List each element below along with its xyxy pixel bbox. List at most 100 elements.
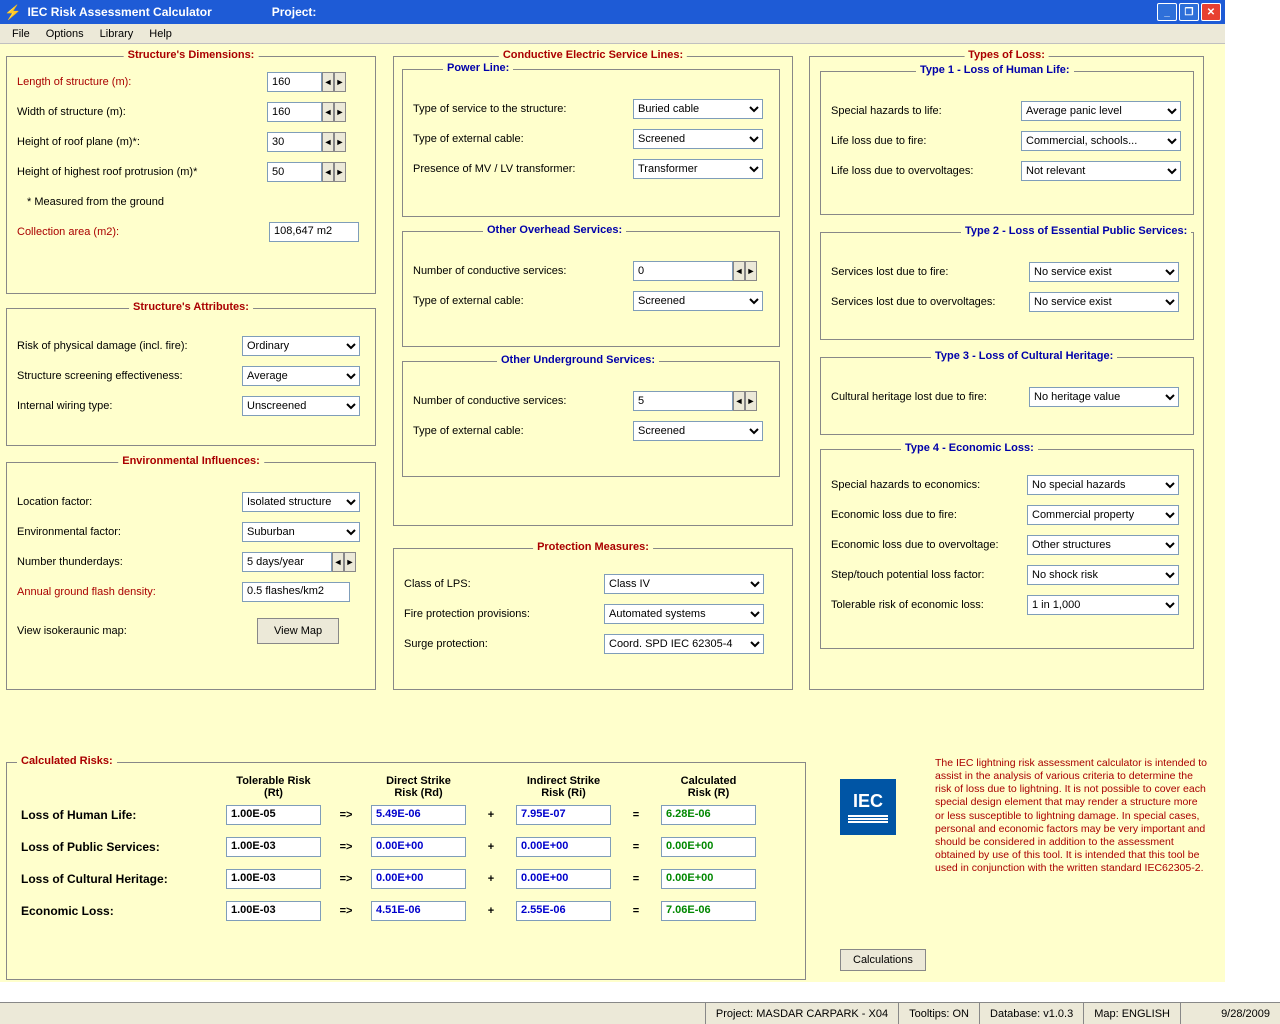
- calc-row-economic: Economic Loss: 1.00E-03 => 4.51E-06 + 2.…: [21, 895, 791, 927]
- menu-library[interactable]: Library: [92, 26, 142, 42]
- maximize-button[interactable]: ❐: [1179, 3, 1199, 21]
- select-ous-ext[interactable]: Screened: [633, 421, 763, 441]
- input-width[interactable]: [267, 102, 322, 122]
- label-ext-cable-pl: Type of external cable:: [413, 133, 633, 145]
- status-db: Database: v1.0.3: [979, 1003, 1083, 1024]
- legend-attributes: Structure's Attributes:: [129, 301, 253, 313]
- label-lps: Class of LPS:: [404, 578, 604, 590]
- legend-protection: Protection Measures:: [533, 541, 653, 553]
- select-t4c[interactable]: Other structures: [1027, 535, 1179, 555]
- spin-inc[interactable]: ►: [745, 391, 757, 411]
- status-map: Map: ENGLISH: [1083, 1003, 1180, 1024]
- select-t4e[interactable]: 1 in 1,000: [1027, 595, 1179, 615]
- select-t4a[interactable]: No special hazards: [1027, 475, 1179, 495]
- select-ext-cable-pl[interactable]: Screened: [633, 129, 763, 149]
- select-wiring[interactable]: Unscreened: [242, 396, 360, 416]
- status-tooltips: Tooltips: ON: [898, 1003, 979, 1024]
- label-t4e: Tolerable risk of economic loss:: [831, 599, 1027, 611]
- spin-dec[interactable]: ◄: [733, 261, 745, 281]
- group-types-loss: Types of Loss: Type 1 - Loss of Human Li…: [809, 56, 1204, 690]
- spin-inc[interactable]: ►: [334, 162, 346, 182]
- label-t2b: Services lost due to overvoltages:: [831, 296, 1029, 308]
- menu-file[interactable]: File: [4, 26, 38, 42]
- legend-types: Types of Loss:: [964, 49, 1049, 61]
- spin-inc[interactable]: ►: [334, 72, 346, 92]
- select-t4d[interactable]: No shock risk: [1027, 565, 1179, 585]
- select-surge[interactable]: Coord. SPD IEC 62305-4: [604, 634, 764, 654]
- spin-dec[interactable]: ◄: [332, 552, 344, 572]
- title-bar: ⚡ IEC Risk Assessment Calculator Project…: [0, 0, 1225, 24]
- minimize-button[interactable]: _: [1157, 3, 1177, 21]
- input-length[interactable]: [267, 72, 322, 92]
- legend-calc: Calculated Risks:: [17, 755, 117, 767]
- spin-inc[interactable]: ►: [334, 132, 346, 152]
- input-roof[interactable]: [267, 132, 322, 152]
- value-flash: 0.5 flashes/km2: [242, 582, 350, 602]
- menu-options[interactable]: Options: [38, 26, 92, 42]
- input-oos-num[interactable]: [633, 261, 733, 281]
- menu-help[interactable]: Help: [141, 26, 180, 42]
- status-date: 9/28/2009: [1180, 1003, 1280, 1024]
- input-prot[interactable]: [267, 162, 322, 182]
- group-type1: Type 1 - Loss of Human Life: Special haz…: [820, 71, 1194, 215]
- label-fire-prot: Fire protection provisions:: [404, 608, 604, 620]
- input-thunder[interactable]: [242, 552, 332, 572]
- input-ous-num[interactable]: [633, 391, 733, 411]
- select-type-svc[interactable]: Buried cable: [633, 99, 763, 119]
- menu-bar: File Options Library Help: [0, 24, 1225, 44]
- spin-dec[interactable]: ◄: [322, 102, 334, 122]
- select-t2a[interactable]: No service exist: [1029, 262, 1179, 282]
- legend-cesl: Conductive Electric Service Lines:: [499, 49, 687, 61]
- label-location: Location factor:: [17, 496, 242, 508]
- view-map-button[interactable]: View Map: [257, 618, 339, 644]
- group-dimensions: Structure's Dimensions: Length of struct…: [6, 56, 376, 294]
- select-env[interactable]: Suburban: [242, 522, 360, 542]
- label-width: Width of structure (m):: [17, 106, 267, 118]
- select-t2b[interactable]: No service exist: [1029, 292, 1179, 312]
- select-t1b[interactable]: Commercial, schools...: [1021, 131, 1181, 151]
- label-oos-num: Number of conductive services:: [413, 265, 633, 277]
- select-oos-ext[interactable]: Screened: [633, 291, 763, 311]
- spin-inc[interactable]: ►: [344, 552, 356, 572]
- legend-environmental: Environmental Influences:: [118, 455, 264, 467]
- label-type-svc: Type of service to the structure:: [413, 103, 633, 115]
- select-fire-prot[interactable]: Automated systems: [604, 604, 764, 624]
- label-wiring: Internal wiring type:: [17, 400, 242, 412]
- select-t1a[interactable]: Average panic level: [1021, 101, 1181, 121]
- select-risk-damage[interactable]: Ordinary: [242, 336, 360, 356]
- main-panel: Structure's Dimensions: Length of struct…: [0, 44, 1225, 982]
- select-t3a[interactable]: No heritage value: [1029, 387, 1179, 407]
- calculations-button[interactable]: Calculations: [840, 949, 926, 971]
- select-screening[interactable]: Average: [242, 366, 360, 386]
- label-thunder: Number thunderdays:: [17, 556, 242, 568]
- value-area: 108,647 m2: [269, 222, 359, 242]
- group-power-line: Power Line: Type of service to the struc…: [402, 69, 780, 217]
- group-type3: Type 3 - Loss of Cultural Heritage: Cult…: [820, 357, 1194, 435]
- spin-inc[interactable]: ►: [745, 261, 757, 281]
- group-cesl: Conductive Electric Service Lines: Power…: [393, 56, 793, 526]
- legend-dimensions: Structure's Dimensions:: [124, 49, 259, 61]
- select-lps[interactable]: Class IV: [604, 574, 764, 594]
- select-mvlv[interactable]: Transformer: [633, 159, 763, 179]
- label-t1c: Life loss due to overvoltages:: [831, 165, 1021, 177]
- close-button[interactable]: ✕: [1201, 3, 1221, 21]
- status-project: Project: MASDAR CARPARK - X04: [705, 1003, 898, 1024]
- group-calculated: Calculated Risks: Tolerable Risk(Rt) Dir…: [6, 762, 806, 980]
- label-t1b: Life loss due to fire:: [831, 135, 1021, 147]
- spin-dec[interactable]: ◄: [322, 132, 334, 152]
- spin-dec[interactable]: ◄: [322, 72, 334, 92]
- legend-t4: Type 4 - Economic Loss:: [901, 442, 1038, 454]
- spin-dec[interactable]: ◄: [322, 162, 334, 182]
- label-area: Collection area (m2):: [17, 226, 269, 238]
- select-location[interactable]: Isolated structure: [242, 492, 360, 512]
- legend-ous: Other Underground Services:: [497, 354, 659, 366]
- label-roof: Height of roof plane (m)*:: [17, 136, 267, 148]
- label-mvlv: Presence of MV / LV transformer:: [413, 163, 633, 175]
- calc-row-human: Loss of Human Life: 1.00E-05 => 5.49E-06…: [21, 799, 791, 831]
- select-t4b[interactable]: Commercial property: [1027, 505, 1179, 525]
- label-risk-damage: Risk of physical damage (incl. fire):: [17, 340, 242, 352]
- label-t1a: Special hazards to life:: [831, 105, 1021, 117]
- spin-inc[interactable]: ►: [334, 102, 346, 122]
- spin-dec[interactable]: ◄: [733, 391, 745, 411]
- select-t1c[interactable]: Not relevant: [1021, 161, 1181, 181]
